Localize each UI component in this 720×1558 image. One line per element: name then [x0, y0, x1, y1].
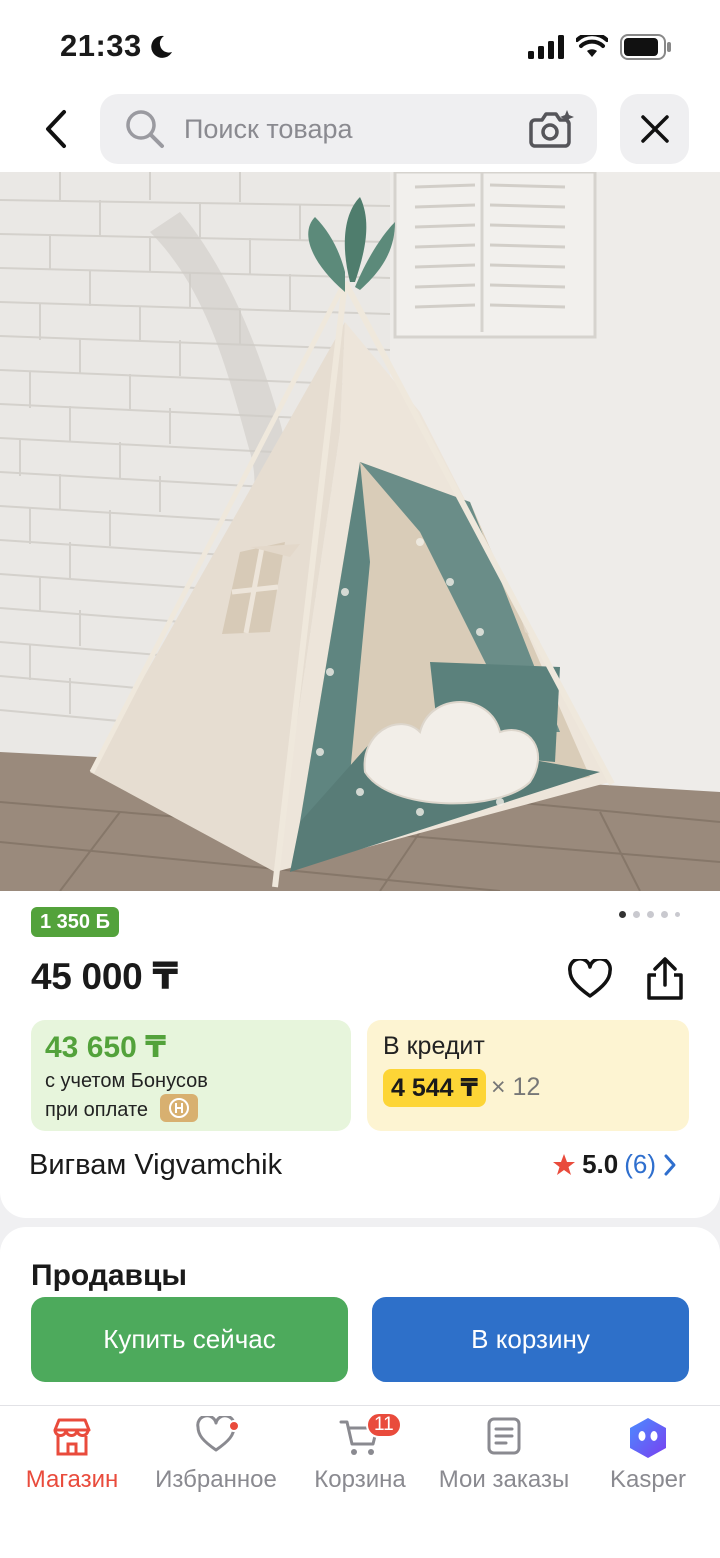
nav-label: Корзина: [314, 1466, 406, 1493]
nav-item-kasper[interactable]: Kasper: [576, 1406, 720, 1516]
nav-item-store[interactable]: Магазин: [0, 1406, 144, 1516]
product-title: Вигвам Vigvamchik: [29, 1149, 283, 1181]
close-button[interactable]: [620, 94, 689, 164]
share-icon[interactable]: [644, 957, 686, 1001]
review-count: (6): [624, 1149, 656, 1179]
gallery-dot-active: [619, 911, 626, 918]
status-bar: 21:33: [0, 0, 720, 92]
orders-icon: [487, 1417, 521, 1455]
product-image[interactable]: [0, 172, 720, 891]
cart-count-badge: 11: [366, 1412, 402, 1438]
nav-label: Магазин: [25, 1466, 119, 1493]
product-price: 45 000 ₸: [31, 956, 178, 997]
search-placeholder: Поиск товара: [184, 114, 353, 144]
kasper-assistant-icon: [630, 1418, 666, 1458]
bottom-navigation: Магазин Избранное 11 Корзина Мои заказы: [0, 1405, 720, 1558]
gallery-dot: [675, 912, 680, 917]
favorites-indicator-dot: [228, 1420, 240, 1432]
product-info-card: 1 350 Б 45 000 ₸ 43 650 ₸ с учетом Бонус…: [0, 891, 720, 1218]
payment-method-icon: [169, 1098, 189, 1118]
battery-icon: [620, 34, 671, 60]
bonus-points-badge: 1 350 Б: [31, 907, 119, 937]
moon-icon: [151, 35, 172, 58]
bonus-price-offer[interactable]: 43 650 ₸ с учетом Бонусов при оплате: [31, 1020, 351, 1131]
nav-item-orders[interactable]: Мои заказы: [432, 1406, 576, 1516]
search-input[interactable]: Поиск товара: [100, 94, 597, 164]
camera-search-icon[interactable]: [529, 108, 575, 150]
gallery-dot: [633, 911, 640, 918]
credit-months: × 12: [491, 1073, 541, 1101]
rating-value: 5.0: [582, 1149, 619, 1179]
buy-now-button[interactable]: Купить сейчас: [31, 1297, 348, 1382]
bonus-price-caption: с учетом Бонусов: [45, 1070, 208, 1092]
search-icon: [126, 110, 164, 148]
status-time: 21:33: [60, 28, 142, 63]
nav-item-cart[interactable]: 11 Корзина: [288, 1406, 432, 1516]
credit-label: В кредит: [383, 1032, 485, 1060]
bonus-price-caption-2: при оплате: [45, 1099, 149, 1121]
bonus-price: 43 650 ₸: [45, 1031, 166, 1064]
nav-label: Мои заказы: [438, 1466, 570, 1493]
nav-label: Избранное: [155, 1466, 277, 1493]
back-button[interactable]: [36, 104, 76, 154]
add-to-favorites-heart-icon[interactable]: [568, 959, 612, 999]
status-indicators: [528, 34, 672, 60]
sellers-heading: Продавцы: [31, 1259, 188, 1292]
gallery-dot: [661, 911, 668, 918]
star-icon: [553, 1153, 576, 1175]
nav-item-favorites[interactable]: Избранное: [144, 1406, 288, 1516]
chevron-left-icon: [46, 110, 66, 148]
nav-label: Kasper: [609, 1466, 687, 1493]
store-icon: [53, 1418, 91, 1456]
credit-monthly-price: 4 544 ₸: [383, 1069, 486, 1107]
gallery-dot: [647, 911, 654, 918]
cellular-signal-icon: [528, 35, 564, 59]
gallery-pagination: [619, 911, 680, 918]
product-rating[interactable]: 5.0 (6): [552, 1149, 678, 1180]
wifi-icon: [576, 35, 608, 57]
add-to-cart-button[interactable]: В корзину: [372, 1297, 689, 1382]
chevron-right-icon: [664, 1154, 676, 1175]
top-bar: Поиск товара: [0, 92, 720, 172]
teepee-tent-illustration: [0, 172, 720, 891]
close-icon: [640, 115, 669, 143]
credit-offer[interactable]: В кредит 4 544 ₸ × 12: [367, 1020, 689, 1131]
payment-method-chip: [160, 1094, 198, 1122]
